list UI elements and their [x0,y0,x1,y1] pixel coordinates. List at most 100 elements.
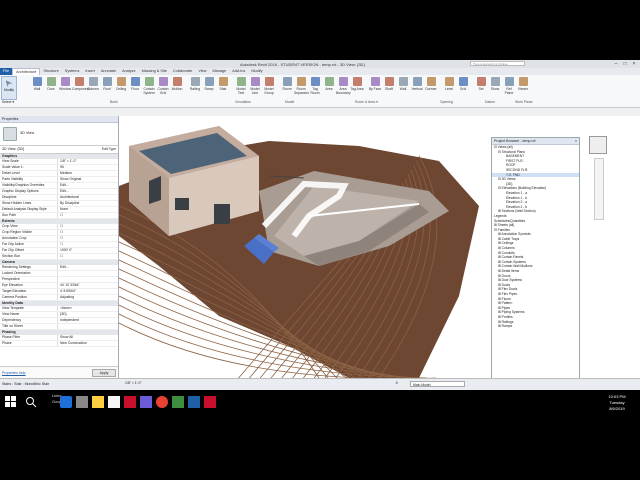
property-value[interactable]: 44' 10 33/64" [57,283,118,288]
tab-view[interactable]: View [195,68,209,75]
property-value[interactable] [57,324,118,329]
ribbon-area-button[interactable]: Area [322,77,336,91]
property-value[interactable]: ☐ [57,230,118,235]
ribbon-room-button[interactable]: Room [280,77,294,91]
ribbon-curtain-grid-button[interactable]: Curtain Grid [156,77,170,95]
close-icon[interactable]: × [575,138,577,144]
ribbon-ref-plane-button[interactable]: Ref Plane [502,77,516,95]
tab-structure[interactable]: Structure [40,68,61,75]
ribbon-by-face-button[interactable]: By Face [368,77,382,91]
type-selector[interactable]: 3D View [0,123,118,146]
ribbon-dormer-button[interactable]: Dormer [424,77,438,91]
ribbon-stair-button[interactable]: Stair [216,77,230,91]
search-icon[interactable] [25,396,37,408]
ribbon-tag-area-button[interactable]: Tag Area [350,77,364,91]
ribbon-set-button[interactable]: Set [474,77,488,91]
ribbon-floor-button[interactable]: Floor [128,77,142,91]
tab-modify[interactable]: Modify [248,68,265,75]
ribbon-curtain-system-button[interactable]: Curtain System [142,77,156,95]
search-input[interactable]: Type a keyword or phrase [470,61,525,66]
ribbon-shaft-button[interactable]: Shaft [382,77,396,91]
property-value[interactable]: ☐ [57,224,118,229]
ribbon-level-button[interactable]: Level [442,77,456,91]
properties-help-link[interactable]: Properties help [2,371,26,375]
ribbon-component-button[interactable]: Component [72,77,90,91]
property-value[interactable]: Show All [57,335,118,340]
tab-insert[interactable]: Insert [82,68,98,75]
ribbon-railing-button[interactable]: Railing [188,77,202,91]
tab-add-ins[interactable]: Add-Ins [229,68,248,75]
ribbon-show-button[interactable]: Show [488,77,502,91]
property-row[interactable]: Phase New Construction [0,341,118,347]
onenote-icon[interactable] [140,396,152,408]
property-value[interactable]: New Construction [57,341,118,346]
close-button[interactable]: × [630,61,638,67]
start-button[interactable] [5,396,17,408]
ribbon-model-line-button[interactable]: Model Line [248,77,262,95]
file-explorer-icon[interactable] [76,396,88,408]
ribbon-door-button[interactable]: Door [44,77,58,91]
property-value[interactable]: Show Original [57,177,118,182]
ribbon-wall-button[interactable]: Wall [30,77,44,91]
edit-type-button[interactable]: Edit Type [102,147,116,152]
browser-tree-item[interactable]: ⊞ Ramps [492,324,579,329]
property-value[interactable]: Edit... [57,265,118,270]
select-dropdown[interactable]: Select ▾ [2,100,14,104]
property-value[interactable]: None [57,207,118,212]
property-value[interactable]: 4' 8 59/64" [57,289,118,294]
property-value[interactable] [57,271,118,276]
edge-icon[interactable] [60,396,72,408]
property-value[interactable]: Adjusting [57,295,118,300]
toolbox-icon[interactable] [124,396,136,408]
ribbon-ramp-button[interactable]: Ramp [202,77,216,91]
ribbon-ceiling-button[interactable]: Ceiling [114,77,128,91]
tab-massing-site[interactable]: Massing & Site [139,68,170,75]
tab-architecture[interactable]: Architecture [12,68,41,75]
ribbon-mullion-button[interactable]: Mullion [170,77,184,91]
property-value[interactable]: Independent [57,318,118,323]
property-value[interactable]: ☐ [57,254,118,259]
viewcube[interactable] [589,136,607,154]
property-value[interactable]: Edit... [57,183,118,188]
view-scale-control[interactable]: 1/8" = 1'-0" [125,381,142,385]
tab-annotate[interactable]: Annotate [98,68,119,75]
tab-collaborate[interactable]: Collaborate [170,68,195,75]
folder-icon[interactable] [92,396,104,408]
chrome-icon[interactable] [156,396,168,408]
property-value[interactable]: 1000' 0" [57,248,118,253]
ribbon-viewer-button[interactable]: Viewer [516,77,530,91]
revit-icon[interactable] [188,396,200,408]
property-value[interactable] [57,277,118,282]
active-model-field[interactable]: Main Model [410,381,465,387]
property-value[interactable]: By Discipline [57,201,118,206]
property-value[interactable]: 1/8" = 1'-0" [57,159,118,164]
property-value[interactable]: ☐ [57,213,118,218]
minimize-button[interactable]: – [612,61,620,67]
ribbon-area-boundary-button[interactable]: Area Boundary [336,77,351,95]
ribbon-tag-room-button[interactable]: Tag Room [308,77,322,95]
property-value[interactable]: 96 [57,165,118,170]
property-value[interactable]: Medium [57,171,118,176]
instance-selector[interactable]: 3D View: {3D} Edit Type [0,146,118,154]
store-icon[interactable] [108,396,120,408]
ribbon-column-button[interactable]: Column [86,77,100,91]
navigation-bar[interactable] [594,158,604,220]
ribbon-wall-button[interactable]: Wall [396,77,410,91]
app-icon[interactable] [172,396,184,408]
property-value[interactable]: Architectural [57,195,118,200]
tab-manage[interactable]: Manage [210,68,230,75]
ribbon-grid-button[interactable]: Grid [456,77,470,91]
clock[interactable]: 10:03 PM Tuesday 8/6/2019 [600,394,634,412]
property-value[interactable]: <None> [57,306,118,311]
property-value[interactable]: ☐ [57,236,118,241]
ribbon-window-button[interactable]: Window [58,77,72,91]
tab-analyze[interactable]: Analyze [119,68,139,75]
apply-button[interactable]: Apply [92,369,116,377]
property-value[interactable]: {3D} [57,312,118,317]
ribbon-model-text-button[interactable]: Model Text [234,77,248,95]
property-value[interactable]: ☐ [57,242,118,247]
ribbon-room-separator-button[interactable]: Room Separator [294,77,309,95]
maximize-button[interactable]: □ [621,61,629,67]
tab-file[interactable]: File [0,68,13,75]
ribbon-roof-button[interactable]: Roof [100,77,114,91]
